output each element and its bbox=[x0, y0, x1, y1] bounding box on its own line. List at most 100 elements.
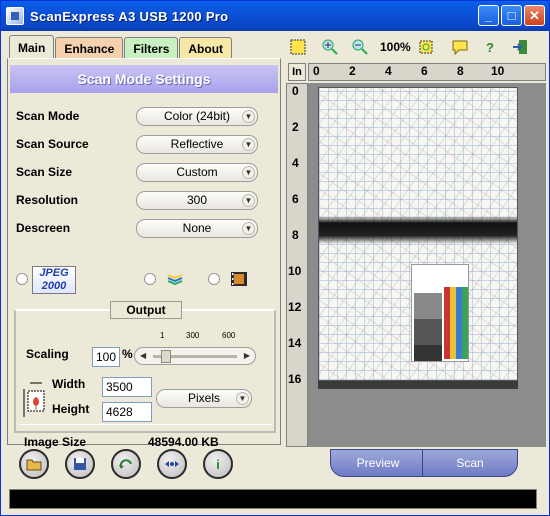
film-icon[interactable] bbox=[230, 271, 248, 287]
ruler-left-tick: 0 bbox=[292, 84, 299, 98]
scan-lamp-band bbox=[319, 216, 517, 244]
image-size-value: 48594.00 KB bbox=[148, 435, 219, 449]
zoom-level: 100% bbox=[380, 40, 411, 54]
jpeg-radio[interactable] bbox=[16, 273, 28, 285]
scan-source-select[interactable]: Reflective ▼ bbox=[136, 135, 258, 154]
film-radio[interactable] bbox=[208, 273, 220, 285]
maximize-button[interactable]: □ bbox=[501, 5, 522, 26]
info-button[interactable]: i bbox=[203, 449, 233, 479]
select-icon[interactable] bbox=[288, 37, 308, 57]
scan-button[interactable]: Scan bbox=[422, 449, 518, 477]
resolution-label: Resolution bbox=[16, 193, 78, 207]
scan-size-value: Custom bbox=[176, 165, 218, 179]
scan-size-select[interactable]: Custom ▼ bbox=[136, 163, 258, 182]
status-bar bbox=[9, 489, 537, 509]
scanned-image bbox=[318, 87, 518, 381]
descreen-select[interactable]: None ▼ bbox=[136, 219, 258, 238]
scaling-slider[interactable]: ◀ ▶ bbox=[134, 347, 256, 365]
fit-icon bbox=[165, 461, 179, 467]
ruler-left-tick: 2 bbox=[292, 120, 299, 134]
action-bar: i bbox=[13, 449, 235, 483]
descreen-label: Descreen bbox=[16, 221, 71, 235]
resolution-value: 300 bbox=[186, 193, 208, 207]
width-label: Width bbox=[52, 377, 86, 391]
ruler-left-tick: 6 bbox=[292, 192, 299, 206]
panel-header: Scan Mode Settings bbox=[10, 65, 278, 93]
ruler-left-tick: 10 bbox=[288, 264, 302, 278]
save-icon bbox=[74, 458, 86, 470]
scaling-unit: % bbox=[122, 347, 133, 361]
tab-enhance[interactable]: Enhance bbox=[55, 37, 124, 59]
title-bar[interactable]: ScanExpress A3 USB 1200 Pro _ □ ✕ bbox=[1, 1, 549, 31]
slider-tick-max: 600 bbox=[222, 331, 236, 340]
tab-filters[interactable]: Filters bbox=[124, 37, 179, 59]
ruler-top-tick: 2 bbox=[349, 64, 356, 78]
ruler-left-tick: 14 bbox=[288, 336, 302, 350]
ruler-top-tick: 8 bbox=[457, 64, 464, 78]
tab-about[interactable]: About bbox=[179, 37, 233, 59]
preview-actions: Preview Scan bbox=[330, 449, 542, 481]
slider-right-icon[interactable]: ▶ bbox=[244, 351, 250, 360]
zoom-out-icon[interactable] bbox=[350, 37, 370, 57]
scan-mode-row: Scan Mode Color (24bit) ▼ bbox=[16, 107, 276, 127]
width-input[interactable]: 3500 bbox=[102, 377, 152, 397]
ruler-left-tick: 16 bbox=[288, 372, 302, 386]
scan-mode-label: Scan Mode bbox=[16, 109, 80, 123]
ruler-left-tick: 12 bbox=[288, 300, 302, 314]
scan-size-row: Scan Size Custom ▼ bbox=[16, 163, 276, 183]
help-icon[interactable]: ? bbox=[480, 37, 500, 57]
scaling-input[interactable]: 100 bbox=[92, 347, 120, 367]
jpeg2000-icon[interactable]: JPEG 2000 bbox=[32, 266, 76, 294]
minimize-button[interactable]: _ bbox=[478, 5, 499, 26]
app-window: ScanExpress A3 USB 1200 Pro _ □ ✕ Main E… bbox=[0, 0, 550, 516]
chevron-down-icon: ▼ bbox=[242, 194, 255, 207]
exit-icon[interactable] bbox=[510, 37, 530, 57]
scan-mode-select[interactable]: Color (24bit) ▼ bbox=[136, 107, 258, 126]
zoom-in-icon[interactable] bbox=[320, 37, 340, 57]
close-button[interactable]: ✕ bbox=[524, 5, 545, 26]
info-icon: i bbox=[216, 456, 220, 472]
layers-icon[interactable] bbox=[166, 271, 184, 287]
open-icon bbox=[26, 459, 42, 471]
height-input[interactable]: 4628 bbox=[102, 402, 152, 422]
main-panel: Scan Mode Settings Scan Mode Color (24bi… bbox=[7, 58, 281, 449]
save-button[interactable] bbox=[65, 449, 95, 479]
resolution-select[interactable]: 300 ▼ bbox=[136, 191, 258, 210]
scan-source-row: Scan Source Reflective ▼ bbox=[16, 135, 276, 155]
reset-button[interactable] bbox=[111, 449, 141, 479]
slider-left-icon[interactable]: ◀ bbox=[140, 351, 146, 360]
autofit-icon[interactable] bbox=[416, 37, 436, 57]
scaling-label: Scaling bbox=[26, 347, 69, 361]
layers-radio[interactable] bbox=[144, 273, 156, 285]
tab-main[interactable]: Main bbox=[9, 35, 55, 59]
preview-button[interactable]: Preview bbox=[330, 449, 426, 477]
unit-select[interactable]: Pixels ▼ bbox=[156, 389, 252, 408]
ruler-top: 0 2 4 6 8 10 bbox=[308, 63, 546, 81]
slider-tick-min: 1 bbox=[160, 331, 165, 340]
open-button[interactable] bbox=[19, 449, 49, 479]
preview-toolbar: 100% ? bbox=[286, 35, 546, 59]
ruler-unit[interactable]: In bbox=[288, 63, 306, 81]
chevron-down-icon: ▼ bbox=[242, 138, 255, 151]
resolution-row: Resolution 300 ▼ bbox=[16, 191, 276, 211]
slider-thumb[interactable] bbox=[161, 350, 171, 363]
color-target-card bbox=[411, 264, 469, 362]
chevron-down-icon: ▼ bbox=[242, 222, 255, 235]
unit-value: Pixels bbox=[187, 391, 220, 405]
chevron-down-icon: ▼ bbox=[242, 166, 255, 179]
preview-area[interactable] bbox=[308, 83, 546, 447]
chevron-down-icon: ▼ bbox=[242, 110, 255, 123]
fit-button[interactable] bbox=[157, 449, 187, 479]
scan-source-value: Reflective bbox=[170, 137, 224, 151]
ruler-top-tick: 6 bbox=[421, 64, 428, 78]
reset-icon bbox=[119, 459, 132, 469]
scan-size-label: Scan Size bbox=[16, 165, 73, 179]
settings-pane: Main Enhance Filters About Scan Mode Set… bbox=[7, 35, 281, 449]
preview-pane: 100% ? In 0 2 4 6 8 10 0 2 4 6 8 10 12 1… bbox=[286, 35, 546, 477]
help-balloon-icon[interactable] bbox=[450, 37, 470, 57]
ruler-top-tick: 10 bbox=[491, 64, 505, 78]
chevron-down-icon: ▼ bbox=[236, 392, 249, 405]
preview-scroll-strip bbox=[318, 381, 518, 389]
window-title: ScanExpress A3 USB 1200 Pro bbox=[30, 8, 229, 24]
image-size-label: Image Size bbox=[24, 435, 87, 449]
